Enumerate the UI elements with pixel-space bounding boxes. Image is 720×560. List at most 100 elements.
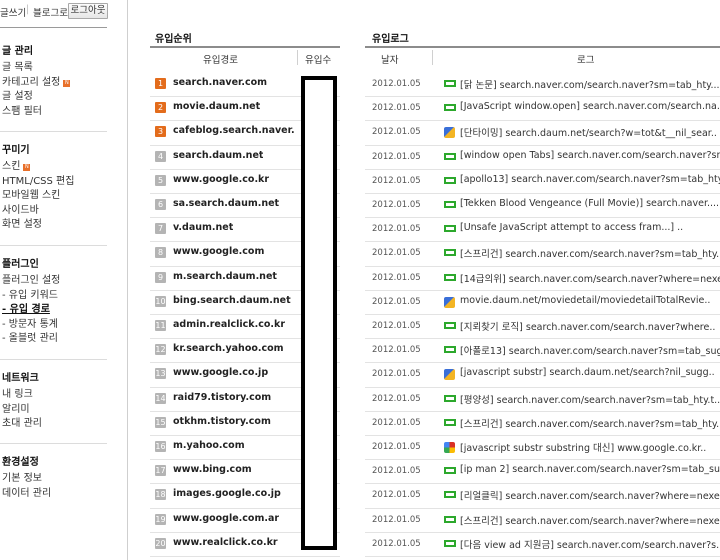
log-entry-link[interactable]: [닭 논문] search.naver.com/search.naver?sm=… <box>460 77 720 91</box>
sidebar-item[interactable]: 알리미 <box>2 400 30 415</box>
log-row-divider <box>365 217 720 219</box>
logout-button[interactable]: 로그아웃 <box>68 3 108 19</box>
log-entry-link[interactable]: [Tekken Blood Vengeance (Full Movie)] se… <box>460 198 720 209</box>
log-entry-link[interactable]: movie.daum.net/moviedetail/moviedetailTo… <box>460 295 720 306</box>
naver-icon <box>444 201 456 208</box>
log-date: 2012.01.05 <box>372 538 421 549</box>
sidebar-divider <box>0 443 107 444</box>
sidebar-item[interactable]: - 유입 키워드 <box>2 286 58 301</box>
sidebar-item[interactable]: HTML/CSS 편집 <box>2 172 74 187</box>
naver-icon <box>444 152 456 160</box>
sidebar-item[interactable]: 글 설정 <box>2 87 33 102</box>
referrer-domain-link[interactable]: admin.realclick.co.kr <box>173 319 285 330</box>
new-badge-icon: N <box>63 79 71 87</box>
sidebar-item[interactable]: 카테고리 설정 N <box>2 73 71 88</box>
sidebar-item[interactable]: 기본 정보 <box>2 469 42 484</box>
sidebar-item-label: 글 목록 <box>2 62 33 73</box>
log-entry-link[interactable]: [apollo13] search.naver.com/search.naver… <box>460 174 720 185</box>
sidebar-top-rule <box>0 27 107 28</box>
sidebar-item[interactable]: 스킨 N <box>2 157 31 172</box>
log-entry-link[interactable]: [JavaScript window.open] search.naver.co… <box>460 101 720 112</box>
log-row-divider <box>365 265 720 267</box>
referrer-domain-link[interactable]: raid79.tistory.com <box>173 392 271 403</box>
sidebar-item[interactable]: 내 링크 <box>2 385 33 400</box>
referrer-domain-link[interactable]: www.bing.com <box>173 464 252 475</box>
log-entry-link[interactable]: [평양성] search.naver.com/search.naver?sm=t… <box>460 392 720 406</box>
write-post-link[interactable]: 글쓰기 <box>0 5 26 19</box>
sidebar-item[interactable]: - 방문자 통계 <box>2 315 58 330</box>
referrer-domain-link[interactable]: cafeblog.search.naver.... <box>173 125 295 136</box>
sidebar-item[interactable]: 스팸 필터 <box>2 102 42 117</box>
sidebar-item-label: 모바일웹 스킨 <box>2 190 61 202</box>
log-entry-link[interactable]: [window open Tabs] search.naver.com/sear… <box>460 150 720 161</box>
log-entry-link[interactable]: [아폴로13] search.naver.com/search.naver?sm… <box>460 343 720 357</box>
log-date: 2012.01.05 <box>372 296 421 307</box>
naver-icon <box>444 491 456 499</box>
sidebar-item-label: 카테고리 설정 <box>2 76 61 88</box>
log-entry-link[interactable]: [ip man 2] search.naver.com/search.naver… <box>460 464 720 475</box>
referrer-domain-link[interactable]: search.daum.net <box>173 150 263 161</box>
referrer-domain-link[interactable]: m.yahoo.com <box>173 440 245 451</box>
referrer-domain-link[interactable]: www.google.co.kr <box>173 174 269 185</box>
sidebar-item-label: 초대 관리 <box>2 418 42 430</box>
sidebar-item[interactable]: 모바일웹 스킨 <box>2 186 60 201</box>
referrer-domain-link[interactable]: www.realclick.co.kr <box>173 537 278 548</box>
sidebar-item-label: 알리미 <box>2 403 30 415</box>
referrer-domain-link[interactable]: www.google.com <box>173 246 264 257</box>
log-row-divider <box>365 338 720 340</box>
log-row-divider <box>365 531 720 533</box>
naver-icon <box>444 346 456 354</box>
referrer-domain-link[interactable]: www.google.co.jp <box>173 367 268 378</box>
sidebar-item[interactable]: 화면 설정 <box>2 215 42 230</box>
referrer-domain-link[interactable]: v.daum.net <box>173 222 233 233</box>
log-entry-link[interactable]: [스프리건] search.naver.com/search.naver?whe… <box>460 513 720 527</box>
log-entry-link[interactable]: [14급의위] search.naver.com/search.naver?wh… <box>460 271 720 285</box>
log-entry-link[interactable]: [다음 view ad 지원금] search.naver.com/search… <box>460 537 720 551</box>
naver-icon <box>444 515 456 523</box>
log-entry-link[interactable]: [javascript substr] search.daum.net/sear… <box>460 367 720 378</box>
sidebar-item[interactable]: - 올블럿 관리 <box>2 329 58 344</box>
log-entry-link[interactable]: [단타이밍] search.daum.net/search?w=tot&t__n… <box>460 125 720 139</box>
referrer-domain-link[interactable]: sa.search.daum.net <box>173 198 279 209</box>
sidebar-section-title: 글 관리 <box>2 46 34 57</box>
log-entry-link[interactable]: [javascript substr substring 대신] www.goo… <box>460 440 720 454</box>
log-entry-link[interactable]: [Unsafe JavaScript attempt to access fra… <box>460 222 720 233</box>
rank-badge: 14 <box>155 392 166 404</box>
referrer-domain-link[interactable]: m.search.daum.net <box>173 271 277 282</box>
referrer-domain-link[interactable]: otkhm.tistory.com <box>173 416 271 427</box>
log-entry-link[interactable]: [리얼클릭] search.naver.com/search.naver?whe… <box>460 488 720 502</box>
sidebar-item-label: 화면 설정 <box>2 219 42 231</box>
ranking-col-divider <box>297 50 298 65</box>
sidebar-item-label: 글 설정 <box>2 91 33 103</box>
log-row-divider <box>365 362 720 364</box>
referrer-domain-link[interactable]: movie.daum.net <box>173 101 260 112</box>
sidebar-divider <box>0 131 107 132</box>
log-row-divider <box>365 435 720 436</box>
referrer-domain-link[interactable]: bing.search.daum.net <box>173 295 291 306</box>
log-date: 2012.01.05 <box>372 514 421 525</box>
sidebar-item[interactable]: 사이드바 <box>2 201 39 216</box>
log-date: 2012.01.05 <box>372 200 421 210</box>
log-entry-link[interactable]: [스프리건] search.naver.com/search.naver?sm=… <box>460 416 720 430</box>
log-entry-link[interactable]: [스프리건] search.naver.com/search.naver?sm=… <box>460 246 720 260</box>
referrer-domain-link[interactable]: www.google.com.ar <box>173 513 279 524</box>
sidebar-item[interactable]: - 유입 경로 <box>2 300 50 315</box>
log-entry-link[interactable]: [지뢰찾기 로직] search.naver.com/search.naver?… <box>460 319 720 333</box>
log-row-divider <box>365 386 720 388</box>
sidebar-item[interactable]: 글 목록 <box>2 58 33 73</box>
go-to-blog-link[interactable]: 블로그로 <box>33 5 68 19</box>
log-date: 2012.01.05 <box>372 442 421 452</box>
sidebar-item[interactable]: 플러그인 설정 <box>2 271 60 286</box>
referrer-domain-link[interactable]: search.naver.com <box>173 77 267 88</box>
admin-sidebar: 글쓰기 | 블로그로 로그아웃 글 관리 글 목록 카테고리 설정 N 글 설정 스팸 필… <box>0 0 128 560</box>
referrer-domain-link[interactable]: images.google.co.jp <box>173 488 281 499</box>
rank-badge: 12 <box>155 344 166 356</box>
log-date: 2012.01.05 <box>372 417 421 428</box>
sidebar-item[interactable]: 초대 관리 <box>2 414 42 429</box>
count-redaction-box <box>301 76 337 550</box>
sidebar-item-label: - 유입 경로 <box>2 304 50 316</box>
sidebar-item[interactable]: 데이터 관리 <box>2 484 51 499</box>
referrer-domain-link[interactable]: kr.search.yahoo.com <box>173 343 284 354</box>
sidebar-item-label: HTML/CSS 편집 <box>2 175 75 187</box>
rank-badge: 6 <box>155 199 166 210</box>
